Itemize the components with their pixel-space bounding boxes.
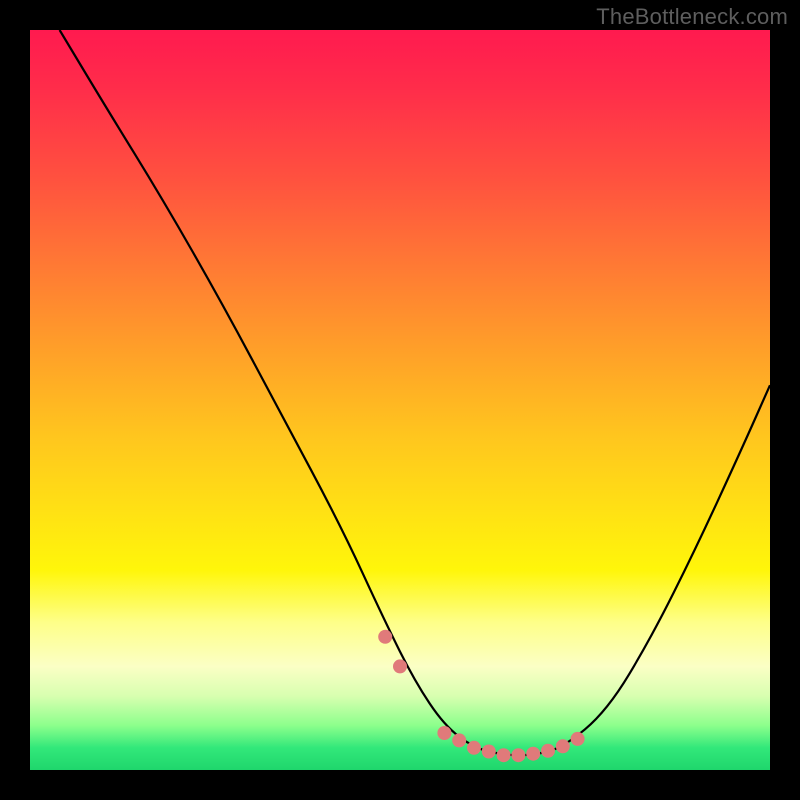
highlight-dot	[497, 748, 511, 762]
curve-line	[60, 30, 770, 755]
highlight-dot	[437, 726, 451, 740]
plot-area	[30, 30, 770, 770]
highlight-dot	[511, 748, 525, 762]
highlight-dot	[526, 747, 540, 761]
highlight-dot	[541, 744, 555, 758]
highlight-dot	[482, 745, 496, 759]
highlight-dot	[571, 732, 585, 746]
bottleneck-curve	[30, 30, 770, 770]
highlight-dot	[467, 741, 481, 755]
highlight-dots	[378, 630, 584, 762]
highlight-dot	[378, 630, 392, 644]
highlight-dot	[556, 739, 570, 753]
highlight-dot	[393, 659, 407, 673]
highlight-dot	[452, 733, 466, 747]
watermark-text: TheBottleneck.com	[596, 4, 788, 30]
chart-frame: TheBottleneck.com	[0, 0, 800, 800]
